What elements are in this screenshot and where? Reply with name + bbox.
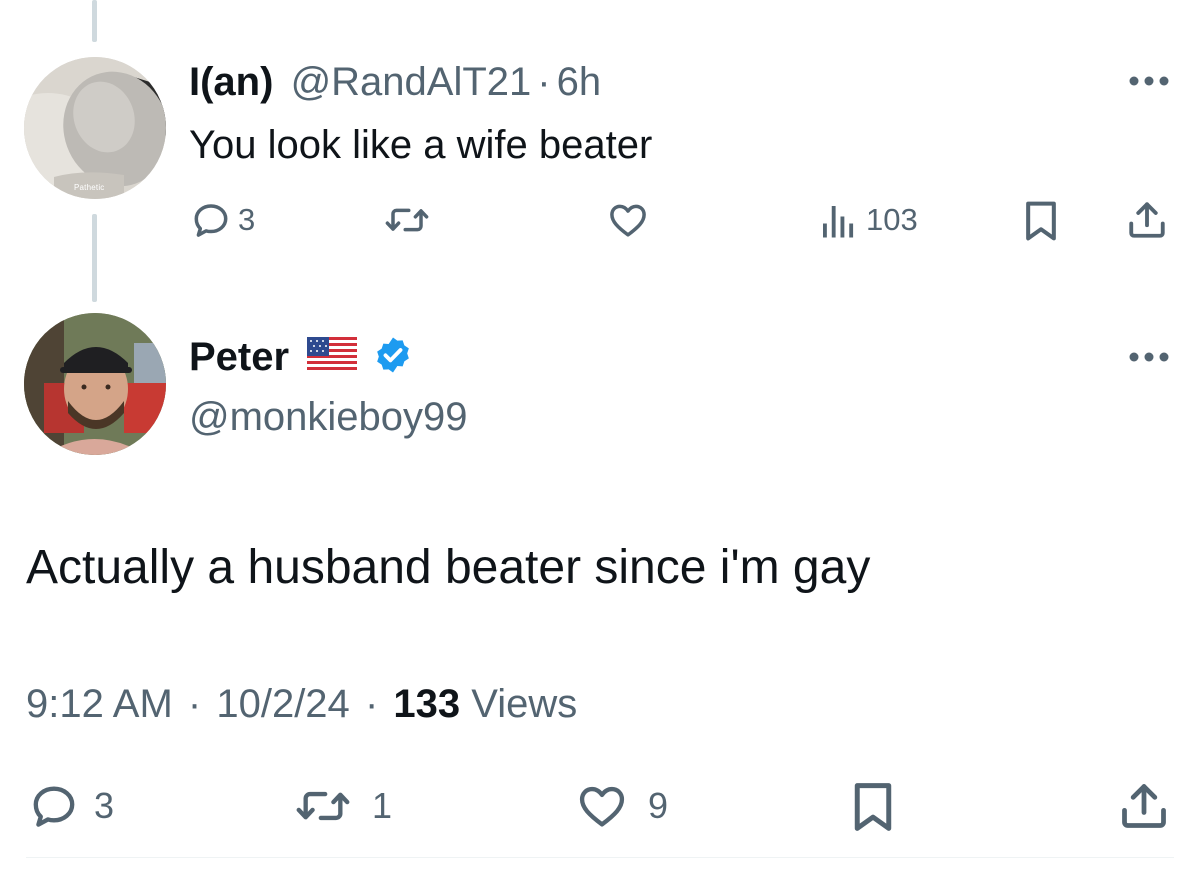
retweet-button[interactable]: [384, 199, 430, 241]
bookmark-button[interactable]: [1022, 199, 1060, 243]
share-icon: [1129, 202, 1165, 238]
views-icon: [823, 206, 854, 238]
heart-icon: [579, 786, 625, 827]
reply-icon: [33, 786, 75, 827]
separator: ·: [537, 60, 551, 104]
more-icon: [1129, 76, 1169, 86]
retweet-icon: [385, 208, 429, 232]
share-button[interactable]: [1118, 778, 1170, 834]
reply-count: 3: [94, 785, 115, 826]
reply-button[interactable]: 3: [28, 780, 114, 832]
reply-count: 3: [238, 202, 256, 237]
retweet-button[interactable]: 1: [294, 780, 392, 832]
main-header: Peter: [189, 331, 413, 383]
views-button[interactable]: 103: [818, 199, 918, 241]
views-label: Views: [471, 682, 578, 726]
reply-text: You look like a wife beater: [189, 123, 653, 167]
tweet-meta: 9:12 AM · 10/2/24 · 133 Views: [26, 678, 577, 730]
reply-button[interactable]: 3: [190, 199, 255, 241]
retweet-count: 1: [372, 785, 393, 826]
tweet-time[interactable]: 9:12 AM: [26, 682, 173, 726]
reply-header: I(an) @RandAlT21 · 6h: [189, 56, 601, 108]
meta-separator: ·: [364, 682, 379, 726]
tweet-date[interactable]: 10/2/24: [216, 682, 349, 726]
meta-separator: ·: [187, 682, 202, 726]
more-icon: [1129, 352, 1169, 362]
reply-icon: [194, 204, 228, 237]
share-button[interactable]: [1126, 198, 1168, 242]
handle[interactable]: @monkieboy99: [189, 391, 468, 443]
handle[interactable]: @RandAlT21: [291, 60, 532, 104]
like-count: 9: [648, 785, 669, 826]
display-name[interactable]: I(an): [189, 60, 273, 104]
views-count: 103: [866, 202, 918, 237]
bookmark-icon: [854, 783, 892, 831]
bottom-divider: [26, 857, 1174, 858]
display-name[interactable]: Peter: [189, 331, 289, 383]
bookmark-icon: [1026, 201, 1056, 241]
avatar-image: [24, 313, 166, 455]
time-ago[interactable]: 6h: [557, 60, 602, 104]
heart-icon: [610, 204, 646, 237]
more-options-button[interactable]: [1128, 350, 1170, 368]
more-options-button[interactable]: [1128, 74, 1170, 92]
share-icon: [1122, 784, 1166, 828]
bookmark-button[interactable]: [850, 780, 896, 834]
us-flag-icon: [307, 336, 358, 378]
tweet-text: Actually a husband beater since i'm gay: [26, 541, 871, 594]
views-count: 133: [393, 682, 461, 726]
like-button[interactable]: 9: [574, 780, 668, 832]
like-button[interactable]: [606, 199, 650, 241]
avatar-image: [24, 57, 166, 199]
avatar-caption: Pathetic: [74, 183, 105, 192]
avatar-peter[interactable]: [24, 313, 166, 455]
avatar-ian[interactable]: Pathetic: [24, 57, 166, 199]
verified-badge-icon[interactable]: [373, 335, 413, 380]
retweet-icon: [296, 791, 350, 821]
thread-line-top: [92, 0, 97, 42]
thread-line-middle: [92, 214, 97, 302]
